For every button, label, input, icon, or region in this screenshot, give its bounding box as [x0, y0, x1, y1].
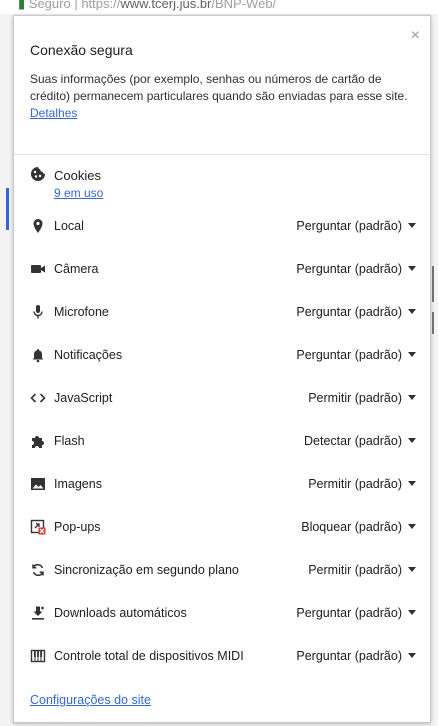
- popup-title: Conexão segura: [30, 42, 133, 58]
- permission-label: Câmera: [54, 262, 99, 276]
- permission-label: Notificações: [54, 348, 123, 362]
- site-info-popup: × Conexão segura Suas informações (por e…: [13, 15, 431, 723]
- permission-select[interactable]: Perguntar (padrão): [296, 348, 416, 362]
- permission-row-automatic-downloads: Downloads automáticos Perguntar (padrão): [30, 602, 416, 624]
- permission-row-notifications: Notificações Perguntar (padrão): [30, 344, 416, 366]
- permission-select[interactable]: Perguntar (padrão): [296, 606, 416, 620]
- permission-value: Permitir (padrão): [308, 477, 402, 491]
- popup-blocked-icon: [30, 519, 46, 535]
- dropdown-arrow-icon: [408, 438, 416, 443]
- puzzle-icon: [30, 433, 46, 449]
- permission-label: Microfone: [54, 305, 109, 319]
- dropdown-arrow-icon: [408, 309, 416, 314]
- url-prefix: https://: [81, 0, 121, 11]
- page-scroll-mark: [432, 312, 434, 334]
- permission-value: Bloquear (padrão): [301, 520, 402, 534]
- location-pin-icon: [30, 218, 46, 234]
- security-label: Seguro: [28, 0, 71, 11]
- dropdown-arrow-icon: [408, 395, 416, 400]
- permission-label: JavaScript: [54, 391, 113, 405]
- permission-select[interactable]: Perguntar (padrão): [296, 262, 416, 276]
- permission-select[interactable]: Detectar (padrão): [304, 434, 416, 448]
- permission-row-location: Local Perguntar (padrão): [30, 215, 416, 237]
- permission-value: Perguntar (padrão): [296, 649, 402, 663]
- permission-row-flash: Flash Detectar (padrão): [30, 430, 416, 452]
- dropdown-arrow-icon: [408, 610, 416, 615]
- divider: [14, 154, 430, 155]
- lock-icon: ▮: [18, 0, 26, 11]
- permission-label: Controle total de dispositivos MIDI: [54, 649, 244, 663]
- permission-row-microphone: Microfone Perguntar (padrão): [30, 301, 416, 323]
- permission-row-javascript: JavaScript Permitir (padrão): [30, 387, 416, 409]
- permission-value: Permitir (padrão): [308, 391, 402, 405]
- midi-piano-icon: [30, 648, 46, 664]
- permission-select[interactable]: Bloquear (padrão): [301, 520, 416, 534]
- cookies-label: Cookies: [54, 168, 101, 183]
- details-link[interactable]: Detalhes: [30, 106, 77, 120]
- permission-value: Perguntar (padrão): [296, 219, 402, 233]
- permission-value: Detectar (padrão): [304, 434, 402, 448]
- permission-label: Sincronização em segundo plano: [54, 563, 239, 577]
- dropdown-arrow-icon: [408, 223, 416, 228]
- permission-value: Perguntar (padrão): [296, 606, 402, 620]
- dropdown-arrow-icon: [408, 567, 416, 572]
- page-scroll-mark: [432, 266, 434, 302]
- permission-row-midi: Controle total de dispositivos MIDI Perg…: [30, 645, 416, 667]
- permission-label: Flash: [54, 434, 85, 448]
- permission-row-camera: Câmera Perguntar (padrão): [30, 258, 416, 280]
- image-icon: [30, 476, 46, 492]
- cookie-icon: [30, 166, 46, 182]
- permission-select[interactable]: Permitir (padrão): [308, 391, 416, 405]
- dropdown-arrow-icon: [408, 352, 416, 357]
- permission-value: Perguntar (padrão): [296, 348, 402, 362]
- address-bar[interactable]: ▮ Seguro | https://www.tcerj.jus.br/BNP-…: [0, 0, 438, 14]
- url-path: /BNP-Web/: [211, 0, 277, 11]
- permission-select[interactable]: Permitir (padrão): [308, 477, 416, 491]
- permission-label: Downloads automáticos: [54, 606, 187, 620]
- permission-value: Permitir (padrão): [308, 563, 402, 577]
- dropdown-arrow-icon: [408, 524, 416, 529]
- bell-icon: [30, 347, 46, 363]
- site-settings-link[interactable]: Configurações do site: [30, 693, 151, 707]
- page-accent-mark: [6, 188, 9, 230]
- permission-label: Imagens: [54, 477, 102, 491]
- dropdown-arrow-icon: [408, 653, 416, 658]
- permission-row-background-sync: Sincronização em segundo plano Permitir …: [30, 559, 416, 581]
- permission-select[interactable]: Permitir (padrão): [308, 563, 416, 577]
- permission-row-popups: Pop-ups Bloquear (padrão): [30, 516, 416, 538]
- dropdown-arrow-icon: [408, 481, 416, 486]
- permission-label: Local: [54, 219, 84, 233]
- permission-select[interactable]: Perguntar (padrão): [296, 219, 416, 233]
- camera-icon: [30, 261, 46, 277]
- close-icon[interactable]: ×: [411, 28, 420, 44]
- permission-row-images: Imagens Permitir (padrão): [30, 473, 416, 495]
- microphone-icon: [30, 304, 46, 320]
- sync-icon: [30, 562, 46, 578]
- code-icon: [30, 390, 46, 406]
- permission-label: Pop-ups: [54, 520, 101, 534]
- permission-select[interactable]: Perguntar (padrão): [296, 305, 416, 319]
- description-text: Suas informações (por exemplo, senhas ou…: [30, 72, 408, 103]
- connection-description: Suas informações (por exemplo, senhas ou…: [30, 71, 410, 122]
- url-host: www.tcerj.jus.br: [120, 0, 212, 11]
- cookies-in-use-link[interactable]: 9 em uso: [54, 186, 103, 200]
- dropdown-arrow-icon: [408, 266, 416, 271]
- permission-select[interactable]: Perguntar (padrão): [296, 649, 416, 663]
- permission-value: Perguntar (padrão): [296, 262, 402, 276]
- download-icon: [30, 605, 46, 621]
- permission-value: Perguntar (padrão): [296, 305, 402, 319]
